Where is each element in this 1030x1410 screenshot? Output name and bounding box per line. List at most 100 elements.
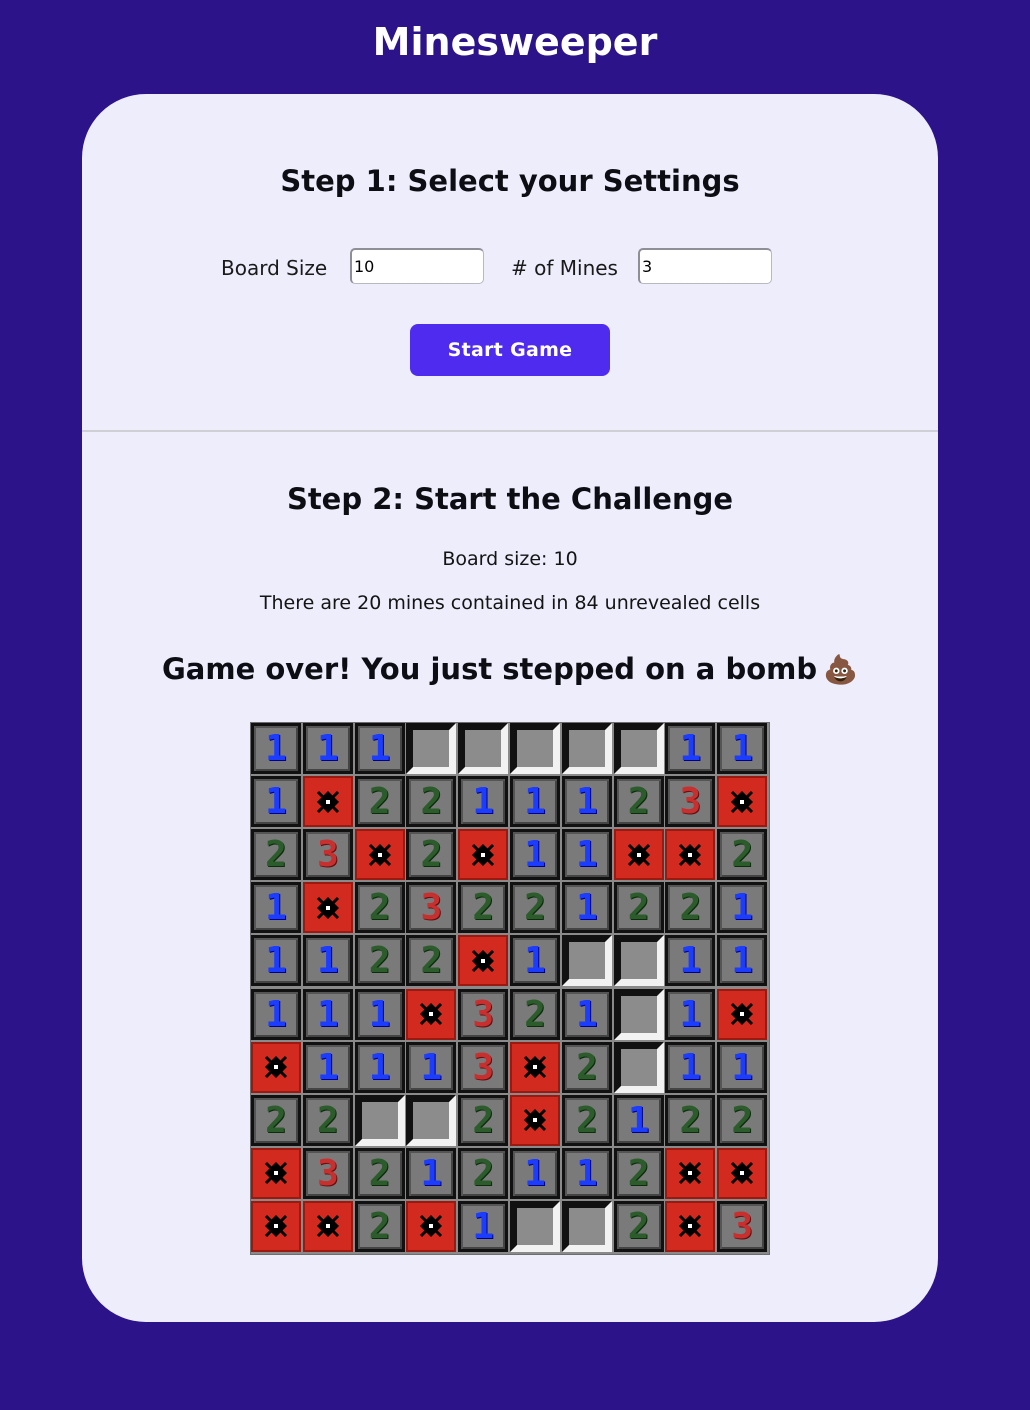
revealed-cell[interactable]: 2 <box>613 882 664 934</box>
revealed-cell[interactable]: 1 <box>510 935 560 987</box>
hidden-cell[interactable] <box>406 723 457 774</box>
revealed-cell[interactable]: 1 <box>561 882 612 934</box>
revealed-cell[interactable]: 2 <box>458 1147 509 1199</box>
hidden-cell[interactable] <box>561 935 612 987</box>
mine-cell[interactable] <box>302 776 353 828</box>
revealed-cell[interactable]: 1 <box>354 988 405 1040</box>
revealed-cell[interactable]: 2 <box>510 882 560 934</box>
revealed-cell[interactable]: 1 <box>458 776 509 828</box>
mine-cell[interactable] <box>406 988 457 1040</box>
revealed-cell[interactable]: 1 <box>302 723 353 774</box>
revealed-cell[interactable]: 2 <box>561 1094 612 1146</box>
revealed-cell[interactable]: 3 <box>302 1147 353 1199</box>
revealed-cell[interactable]: 1 <box>251 988 301 1040</box>
revealed-cell[interactable]: 1 <box>561 776 612 828</box>
revealed-cell[interactable]: 1 <box>665 988 716 1040</box>
mine-cell[interactable] <box>613 829 664 881</box>
revealed-cell[interactable]: 2 <box>458 1094 509 1146</box>
revealed-cell[interactable]: 2 <box>665 882 716 934</box>
revealed-cell[interactable]: 2 <box>354 776 405 828</box>
mine-cell[interactable] <box>665 829 716 881</box>
revealed-cell[interactable]: 1 <box>510 829 560 881</box>
hidden-cell[interactable] <box>613 1041 664 1093</box>
revealed-cell[interactable]: 2 <box>561 1041 612 1093</box>
mine-cell[interactable] <box>665 1200 716 1252</box>
board-size-input[interactable] <box>350 248 484 284</box>
revealed-cell[interactable]: 2 <box>510 988 560 1040</box>
revealed-cell[interactable]: 2 <box>251 1094 301 1146</box>
revealed-cell[interactable]: 2 <box>406 829 457 881</box>
hidden-cell[interactable] <box>458 723 509 774</box>
mine-cell[interactable] <box>302 882 353 934</box>
mine-cell[interactable] <box>406 1200 457 1252</box>
hidden-cell[interactable] <box>561 1200 612 1252</box>
revealed-cell[interactable]: 3 <box>665 776 716 828</box>
revealed-cell[interactable]: 1 <box>251 723 301 774</box>
revealed-cell[interactable]: 3 <box>717 1200 768 1252</box>
revealed-cell[interactable]: 1 <box>665 723 716 774</box>
revealed-cell[interactable]: 2 <box>613 1147 664 1199</box>
revealed-cell[interactable]: 2 <box>406 935 457 987</box>
revealed-cell[interactable]: 1 <box>510 1147 560 1199</box>
revealed-cell[interactable]: 1 <box>302 935 353 987</box>
hidden-cell[interactable] <box>613 723 664 774</box>
revealed-cell[interactable]: 1 <box>510 776 560 828</box>
mine-cell[interactable] <box>665 1147 716 1199</box>
revealed-cell[interactable]: 1 <box>717 723 768 774</box>
revealed-cell[interactable]: 2 <box>458 882 509 934</box>
revealed-cell[interactable]: 1 <box>458 1200 509 1252</box>
revealed-cell[interactable]: 1 <box>302 1041 353 1093</box>
revealed-cell[interactable]: 2 <box>354 935 405 987</box>
revealed-cell[interactable]: 2 <box>406 776 457 828</box>
revealed-cell[interactable]: 1 <box>251 935 301 987</box>
revealed-cell[interactable]: 3 <box>406 882 457 934</box>
hidden-cell[interactable] <box>510 723 560 774</box>
mine-cell[interactable] <box>251 1147 301 1199</box>
hidden-cell[interactable] <box>510 1200 560 1252</box>
revealed-cell[interactable]: 1 <box>561 829 612 881</box>
revealed-cell[interactable]: 2 <box>354 882 405 934</box>
mine-cell[interactable] <box>510 1041 560 1093</box>
hidden-cell[interactable] <box>613 935 664 987</box>
mine-cell[interactable] <box>251 1041 301 1093</box>
revealed-cell[interactable]: 1 <box>251 882 301 934</box>
start-game-button[interactable]: Start Game <box>410 324 610 376</box>
revealed-cell[interactable]: 3 <box>458 988 509 1040</box>
revealed-cell[interactable]: 2 <box>717 1094 768 1146</box>
revealed-cell[interactable]: 1 <box>613 1094 664 1146</box>
mine-cell[interactable] <box>302 1200 353 1252</box>
revealed-cell[interactable]: 1 <box>665 1041 716 1093</box>
revealed-cell[interactable]: 1 <box>665 935 716 987</box>
hidden-cell[interactable] <box>561 723 612 774</box>
mine-cell[interactable] <box>717 776 768 828</box>
revealed-cell[interactable]: 3 <box>302 829 353 881</box>
revealed-cell[interactable]: 1 <box>717 882 768 934</box>
mine-cell[interactable] <box>717 1147 768 1199</box>
revealed-cell[interactable]: 1 <box>561 988 612 1040</box>
revealed-cell[interactable]: 3 <box>458 1041 509 1093</box>
revealed-cell[interactable]: 2 <box>613 776 664 828</box>
revealed-cell[interactable]: 2 <box>613 1200 664 1252</box>
mine-cell[interactable] <box>458 829 509 881</box>
mine-cell[interactable] <box>251 1200 301 1252</box>
revealed-cell[interactable]: 1 <box>717 1041 768 1093</box>
revealed-cell[interactable]: 1 <box>354 723 405 774</box>
revealed-cell[interactable]: 2 <box>717 829 768 881</box>
revealed-cell[interactable]: 1 <box>251 776 301 828</box>
mine-cell[interactable] <box>510 1094 560 1146</box>
revealed-cell[interactable]: 1 <box>406 1041 457 1093</box>
revealed-cell[interactable]: 1 <box>302 988 353 1040</box>
revealed-cell[interactable]: 2 <box>665 1094 716 1146</box>
hidden-cell[interactable] <box>354 1094 405 1146</box>
revealed-cell[interactable]: 2 <box>302 1094 353 1146</box>
mine-cell[interactable] <box>354 829 405 881</box>
revealed-cell[interactable]: 1 <box>561 1147 612 1199</box>
hidden-cell[interactable] <box>613 988 664 1040</box>
revealed-cell[interactable]: 1 <box>406 1147 457 1199</box>
mine-cell[interactable] <box>717 988 768 1040</box>
hidden-cell[interactable] <box>406 1094 457 1146</box>
revealed-cell[interactable]: 1 <box>717 935 768 987</box>
revealed-cell[interactable]: 2 <box>354 1200 405 1252</box>
revealed-cell[interactable]: 2 <box>251 829 301 881</box>
mine-cell[interactable] <box>458 935 509 987</box>
